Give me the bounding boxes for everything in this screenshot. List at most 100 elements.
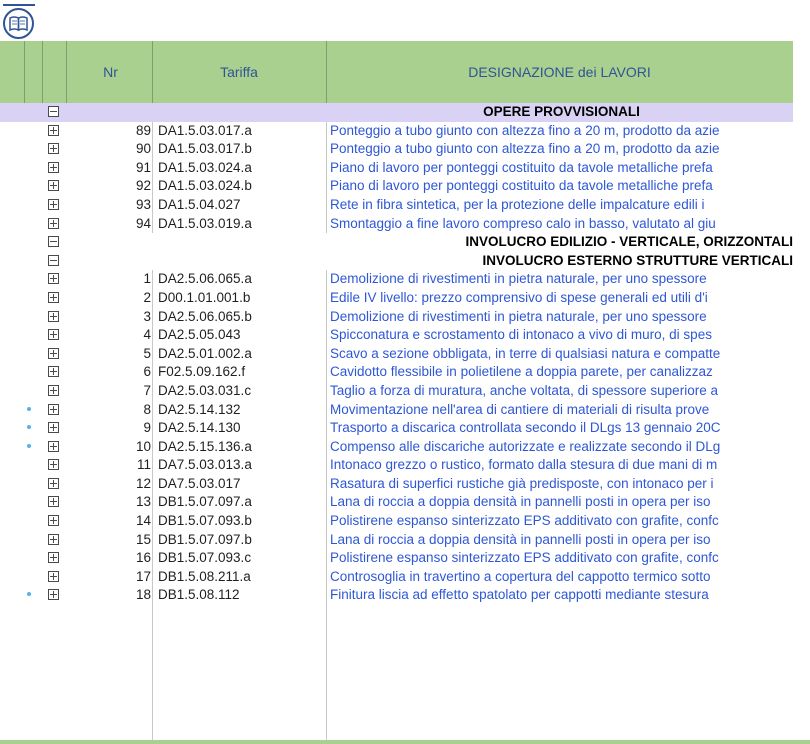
table-row[interactable]: 92 DA1.5.03.024.b Piano di lavoro per pont… (0, 177, 810, 196)
table-row[interactable]: 3 DA2.5.06.065.b Demolizione di rivestimen… (0, 308, 810, 327)
header-designazione[interactable]: DESIGNAZIONE dei LAVORI (326, 41, 793, 103)
expand-icon[interactable] (48, 310, 59, 322)
table-row[interactable]: 8 DA2.5.14.132 Movimentazione nell'area di… (0, 401, 810, 420)
table-row[interactable]: 89 DA1.5.03.017.a Ponteggio a tubo giunto … (0, 122, 810, 141)
table-row[interactable]: 91 DA1.5.03.024.a Piano di lavoro per pont… (0, 159, 810, 178)
table-row[interactable]: 15 DB1.5.07.097.b Lana di roccia a doppia … (0, 531, 810, 550)
row-tariffa: DA2.5.06.065.a (158, 271, 252, 287)
expand-icon[interactable] (48, 329, 59, 341)
expand-icon[interactable] (48, 552, 59, 564)
row-description-link[interactable]: Demolizione di rivestimenti in pietra na… (330, 270, 793, 288)
row-description-link[interactable]: Piano di lavoro per ponteggi costituito … (330, 159, 793, 177)
table-row[interactable]: 90 DA1.5.03.017.b Ponteggio a tubo giunto … (0, 140, 810, 159)
row-description-link[interactable]: Piano di lavoro per ponteggi costituito … (330, 177, 793, 195)
row-description-link[interactable]: Edile IV livello: prezzo comprensivo di … (330, 289, 793, 307)
row-description-link[interactable]: Compenso alle discariche autorizzate e r… (330, 438, 793, 456)
section-title: OPERE PROVVISIONALI (483, 104, 640, 119)
table-row[interactable]: 5 DA2.5.01.002.a Scavo a sezione obbligata… (0, 345, 810, 364)
expand-icon[interactable] (48, 515, 59, 527)
expand-icon[interactable] (48, 570, 59, 582)
table-row[interactable]: 94 DA1.5.03.019.a Smontaggio a fine lavoro… (0, 215, 810, 234)
row-description-link[interactable]: Demolizione di rivestimenti in pietra na… (330, 308, 793, 326)
row-tariffa: DA2.5.01.002.a (158, 345, 252, 361)
expand-icon[interactable] (48, 161, 59, 173)
table-row[interactable]: 11 DA7.5.03.013.a Intonaco grezzo o rustic… (0, 456, 810, 475)
row-nr: 10 (135, 438, 151, 454)
row-tariffa: DB1.5.08.211.a (158, 568, 251, 584)
row-nr: 15 (135, 531, 151, 547)
expand-icon[interactable] (48, 143, 59, 155)
expand-icon[interactable] (48, 217, 59, 229)
row-nr: 5 (143, 345, 151, 361)
header-tariffa[interactable]: Tariffa (152, 41, 326, 103)
expand-icon[interactable] (48, 440, 59, 452)
row-description-link[interactable]: Lana di roccia a doppia densità in panne… (330, 531, 793, 549)
table-row[interactable]: 16 DB1.5.07.093.c Polistirene espanso sint… (0, 549, 810, 568)
table-row[interactable]: 2 D00.1.01.001.b Edile IV livello: prezzo … (0, 289, 810, 308)
row-description-link[interactable]: Ponteggio a tubo giunto con altezza fino… (330, 140, 793, 158)
row-description-link[interactable]: Trasporto a discarica controllata second… (330, 419, 793, 437)
collapse-icon[interactable] (48, 236, 59, 248)
row-description-link[interactable]: Cavidotto flessibile in polietilene a do… (330, 363, 793, 381)
table-row[interactable]: 9 DA2.5.14.130 Trasporto a discarica contr… (0, 419, 810, 438)
row-description-link[interactable]: Controsoglia in travertino a copertura d… (330, 568, 793, 586)
row-description-link[interactable]: Ponteggio a tubo giunto con altezza fino… (330, 122, 793, 140)
row-description-link[interactable]: Finitura liscia ad effetto spatolato per… (330, 586, 793, 604)
expand-icon[interactable] (48, 198, 59, 210)
table-row[interactable]: 1 DA2.5.06.065.a Demolizione di rivestimen… (0, 270, 810, 289)
book-icon[interactable] (3, 8, 34, 39)
table-row[interactable]: 93 DA1.5.04.027 Rete in fibra sintetica, p… (0, 196, 810, 215)
header-divider (66, 41, 67, 103)
table-row[interactable]: 10 DA2.5.15.136.a Compenso alle discariche… (0, 438, 810, 457)
expand-icon[interactable] (48, 477, 59, 489)
table-row[interactable]: 7 DA2.5.03.031.c Taglio a forza di muratur… (0, 382, 810, 401)
row-description-link[interactable]: Lana di roccia a doppia densità in panne… (330, 493, 793, 511)
section-row[interactable]: OPERE PROVVISIONALI (0, 103, 810, 122)
row-description-link[interactable]: Smontaggio a fine lavoro compreso calo i… (330, 215, 793, 233)
table-row[interactable]: 17 DB1.5.08.211.a Controsoglia in traverti… (0, 568, 810, 587)
table-row[interactable]: 6 F02.5.09.162.f Cavidotto flessibile in p… (0, 363, 810, 382)
expand-icon[interactable] (48, 124, 59, 136)
expand-icon[interactable] (48, 589, 59, 601)
row-nr: 90 (135, 141, 151, 157)
expand-icon[interactable] (48, 459, 59, 471)
row-description-link[interactable]: Intonaco grezzo o rustico, formato dalla… (330, 456, 793, 474)
row-tariffa: DA2.5.05.043 (158, 327, 241, 343)
expand-icon[interactable] (48, 384, 59, 396)
collapse-icon[interactable] (48, 106, 59, 117)
expand-icon[interactable] (48, 403, 59, 415)
expand-icon[interactable] (48, 366, 59, 378)
header-nr[interactable]: Nr (70, 41, 151, 103)
row-description-link[interactable]: Polistirene espanso sinterizzato EPS add… (330, 549, 793, 567)
table-row[interactable]: 12 DA7.5.03.017 Rasatura di superfici rust… (0, 475, 810, 494)
table-header: Nr Tariffa DESIGNAZIONE dei LAVORI (0, 41, 810, 103)
book-underline (3, 4, 35, 6)
section-title: INVOLUCRO ESTERNO STRUTTURE VERTICALI (482, 252, 793, 268)
expand-icon[interactable] (48, 496, 59, 508)
expand-icon[interactable] (48, 422, 59, 434)
section-row[interactable]: INVOLUCRO EDILIZIO - VERTICALE, ORIZZONT… (0, 233, 810, 252)
row-tariffa: DA2.5.14.132 (158, 401, 241, 417)
row-description-link[interactable]: Movimentazione nell'area di cantiere di … (330, 401, 793, 419)
expand-icon[interactable] (48, 273, 59, 285)
row-description-link[interactable]: Scavo a sezione obbligata, in terre di q… (330, 345, 793, 363)
row-tariffa: DB1.5.07.093.b (158, 513, 252, 529)
table-row[interactable]: 13 DB1.5.07.097.a Lana di roccia a doppia … (0, 493, 810, 512)
row-description-link[interactable]: Taglio a forza di muratura, anche voltat… (330, 382, 793, 400)
row-description-link[interactable]: Rasatura di superfici rustiche già predi… (330, 475, 793, 493)
table-row[interactable]: 4 DA2.5.05.043 Spicconatura e scrostamento… (0, 326, 810, 345)
expand-icon[interactable] (48, 533, 59, 545)
expand-icon[interactable] (48, 291, 59, 303)
collapse-icon[interactable] (48, 254, 59, 266)
expand-icon[interactable] (48, 180, 59, 192)
expand-icon[interactable] (48, 347, 59, 359)
table-row[interactable]: 14 DB1.5.07.093.b Polistirene espanso sint… (0, 512, 810, 531)
header-divider (152, 41, 153, 103)
table-row[interactable]: 18 DB1.5.08.112 Finitura liscia ad effetto… (0, 586, 810, 605)
section-row[interactable]: INVOLUCRO ESTERNO STRUTTURE VERTICALI (0, 251, 810, 271)
row-description-link[interactable]: Spicconatura e scrostamento di intonaco … (330, 326, 793, 344)
right-gutter (793, 41, 810, 744)
row-description-link[interactable]: Rete in fibra sintetica, per la protezio… (330, 196, 793, 214)
row-description-link[interactable]: Polistirene espanso sinterizzato EPS add… (330, 512, 793, 530)
bottom-border (0, 740, 810, 744)
